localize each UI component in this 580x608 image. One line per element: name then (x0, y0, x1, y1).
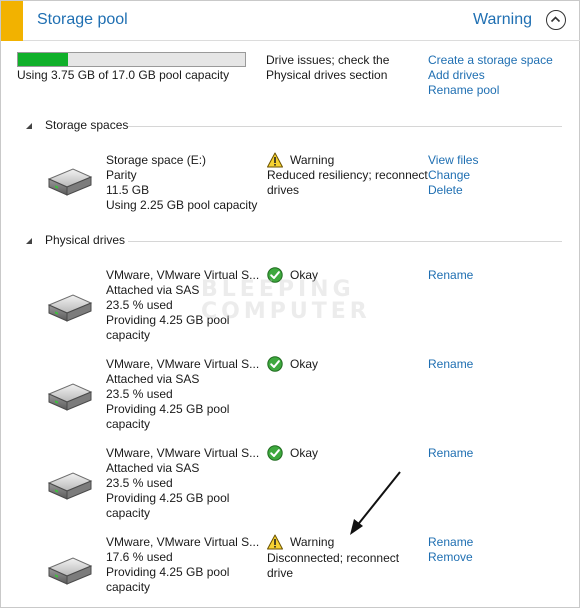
drive-attachment: Attached via SAS (106, 461, 200, 475)
hard-drive-icon (43, 554, 95, 590)
drive-providing-line2: capacity (106, 328, 151, 342)
hard-drive-icon (43, 165, 95, 201)
capacity-bar-fill (18, 53, 68, 66)
drive-name: VMware, VMware Virtual S... (106, 535, 260, 549)
drive-used: 17.6 % used (106, 550, 173, 564)
ok-check-icon (267, 445, 283, 461)
drive-providing-line1: Providing 4.25 GB pool (106, 313, 230, 327)
space-name: Storage space (E:) (106, 153, 207, 167)
drive-name: VMware, VMware Virtual S... (106, 268, 260, 282)
collapse-triangle-icon (26, 123, 32, 129)
capacity-text: Using 3.75 GB of 17.0 GB pool capacity (17, 68, 230, 82)
pool-issue-line1: Drive issues; check the (266, 53, 390, 67)
drive-providing-line1: Providing 4.25 GB pool (106, 402, 230, 416)
storage-pool-panel: Storage pool Warning Using 3.75 GB of 17… (0, 0, 580, 608)
drive-used: 23.5 % used (106, 387, 173, 401)
warning-accent-bar (1, 1, 23, 41)
chevron-up-icon (550, 16, 561, 23)
drive-providing-line2: capacity (106, 506, 151, 520)
create-storage-space-link[interactable]: Create a storage space (428, 53, 553, 68)
drive-name: VMware, VMware Virtual S... (106, 357, 260, 371)
drive-used: 23.5 % used (106, 476, 173, 490)
space-usage: Using 2.25 GB pool capacity (106, 198, 258, 212)
drive-status: Okay (290, 268, 319, 282)
pool-issue-line2: Physical drives section (266, 68, 388, 82)
add-drives-link[interactable]: Add drives (428, 68, 485, 83)
drive-providing-line2: capacity (106, 580, 151, 594)
hard-drive-icon (43, 469, 95, 505)
drive-status: Warning (290, 535, 335, 549)
drive-attachment: Attached via SAS (106, 372, 200, 386)
rename-drive-link[interactable]: Rename (428, 535, 473, 550)
collapse-triangle-icon (26, 238, 32, 244)
change-link[interactable]: Change (428, 168, 470, 183)
pool-status: Warning (473, 11, 532, 28)
drive-providing-line2: capacity (106, 417, 151, 431)
rename-drive-link[interactable]: Rename (428, 268, 473, 283)
ok-check-icon (267, 267, 283, 283)
storage-spaces-label: Storage spaces (45, 118, 129, 132)
drive-status-detail-line1: Disconnected; reconnect (267, 551, 400, 565)
remove-drive-link[interactable]: Remove (428, 550, 473, 565)
pool-title: Storage pool (37, 11, 128, 28)
rename-drive-link[interactable]: Rename (428, 446, 473, 461)
delete-link[interactable]: Delete (428, 183, 463, 198)
space-type: Parity (106, 168, 137, 182)
section-divider (128, 126, 562, 127)
rename-drive-link[interactable]: Rename (428, 357, 473, 372)
view-files-link[interactable]: View files (428, 153, 478, 168)
collapse-button[interactable] (546, 10, 566, 30)
rename-pool-link[interactable]: Rename pool (428, 83, 499, 98)
ok-check-icon (267, 356, 283, 372)
space-status-detail-line2: drives (267, 183, 300, 197)
drive-providing-line1: Providing 4.25 GB pool (106, 565, 230, 579)
drive-used: 23.5 % used (106, 298, 173, 312)
physical-drives-label: Physical drives (45, 233, 126, 247)
space-status: Warning (290, 153, 335, 167)
drive-attachment: Attached via SAS (106, 283, 200, 297)
capacity-bar (17, 52, 246, 67)
drive-status: Okay (290, 446, 319, 460)
space-status-detail-line1: Reduced resiliency; reconnect (267, 168, 428, 182)
drive-providing-line1: Providing 4.25 GB pool (106, 491, 230, 505)
annotation-arrow-icon (350, 471, 401, 535)
space-size: 11.5 GB (106, 183, 150, 197)
drive-status-detail-line2: drive (267, 566, 294, 580)
drive-name: VMware, VMware Virtual S... (106, 446, 260, 460)
warning-icon (267, 152, 283, 168)
hard-drive-icon (43, 291, 95, 327)
pool-header: Storage pool Warning (1, 1, 580, 41)
warning-icon (267, 534, 283, 550)
hard-drive-icon (43, 380, 95, 416)
drive-status: Okay (290, 357, 319, 371)
section-divider (128, 241, 562, 242)
